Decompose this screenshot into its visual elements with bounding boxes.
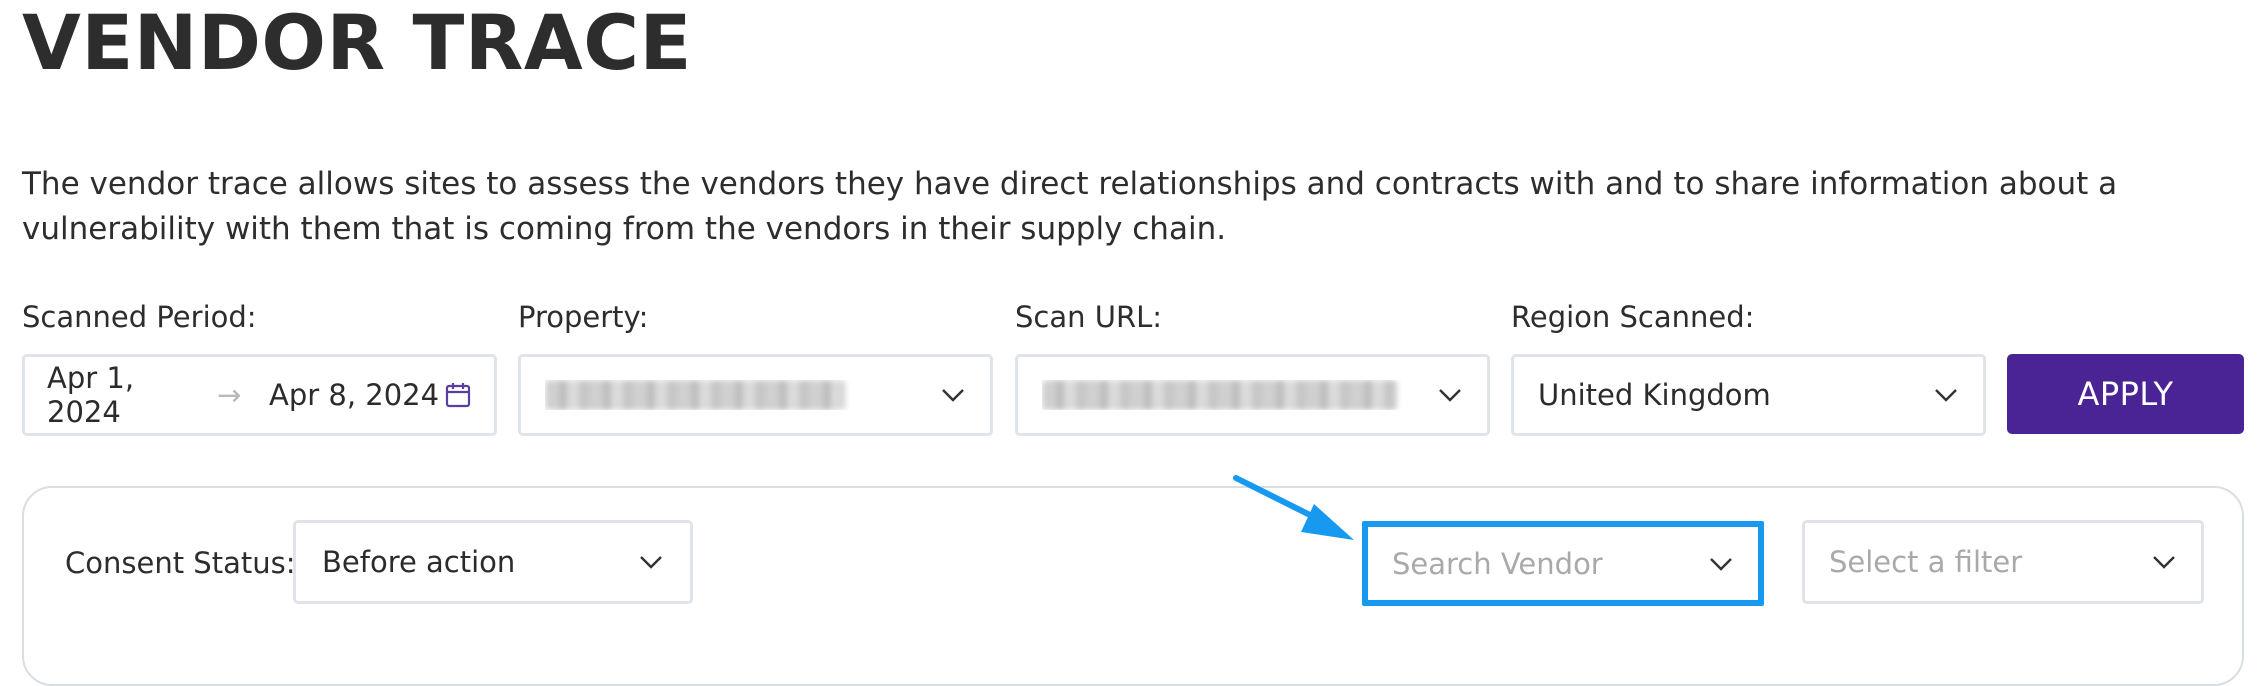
chevron-down-icon xyxy=(1710,557,1732,571)
page-description: The vendor trace allows sites to assess … xyxy=(22,166,2118,247)
chevron-down-icon xyxy=(942,389,964,402)
consent-status-value: Before action xyxy=(322,545,516,579)
end-date[interactable]: Apr 8, 2024 xyxy=(269,378,444,412)
region-value: United Kingdom xyxy=(1538,378,1771,412)
filter-select-placeholder: Select a filter xyxy=(1829,545,2023,579)
consent-status-label: Consent Status: xyxy=(65,546,296,580)
apply-button[interactable]: APPLY xyxy=(2007,354,2244,434)
date-range-picker[interactable]: Apr 1, 2024 → Apr 8, 2024 xyxy=(22,354,497,436)
chevron-down-icon xyxy=(2153,556,2175,569)
scan-url-value-redacted xyxy=(1042,380,1427,410)
search-vendor-placeholder: Search Vendor xyxy=(1392,546,1603,581)
filter-select[interactable]: Select a filter xyxy=(1802,520,2204,604)
property-select[interactable] xyxy=(518,354,993,436)
calendar-icon[interactable] xyxy=(444,381,472,409)
start-date[interactable]: Apr 1, 2024 xyxy=(47,361,217,429)
consent-status-select[interactable]: Before action xyxy=(293,520,693,604)
page-title: VENDOR TRACE xyxy=(22,0,692,87)
scanned-period-label: Scanned Period: xyxy=(22,300,257,334)
chevron-down-icon xyxy=(640,556,662,569)
search-vendor-select[interactable]: Search Vendor xyxy=(1362,521,1764,606)
chevron-down-icon xyxy=(1439,389,1461,402)
date-range-arrow: → xyxy=(217,378,242,412)
scan-url-label: Scan URL: xyxy=(1015,300,1163,334)
chevron-down-icon xyxy=(1935,389,1957,402)
scan-url-select[interactable] xyxy=(1015,354,1490,436)
property-label: Property: xyxy=(518,300,649,334)
region-select[interactable]: United Kingdom xyxy=(1511,354,1986,436)
property-value-redacted xyxy=(545,380,930,410)
region-scanned-label: Region Scanned: xyxy=(1511,300,1755,334)
arrow-annotation-icon xyxy=(1233,475,1354,540)
